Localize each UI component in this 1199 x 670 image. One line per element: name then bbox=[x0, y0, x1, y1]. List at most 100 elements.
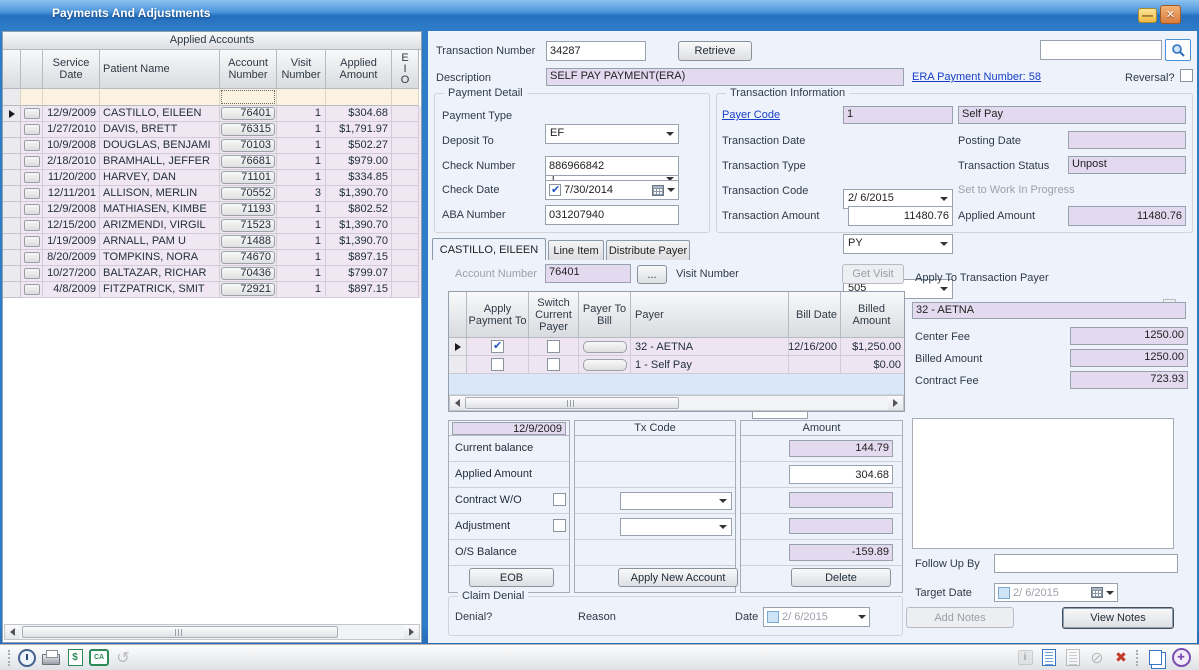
row-button[interactable] bbox=[24, 268, 40, 279]
row-button[interactable] bbox=[24, 252, 40, 263]
account-number-header[interactable]: Account Number bbox=[220, 50, 277, 89]
account-number-button[interactable]: 72921 bbox=[221, 283, 275, 296]
scroll-thumb[interactable] bbox=[465, 397, 679, 409]
scroll-right-arrow[interactable] bbox=[404, 625, 419, 639]
table-row[interactable]: 32 - AETNA12/16/200$1,250.00 bbox=[449, 338, 904, 356]
row-selector[interactable] bbox=[3, 154, 21, 170]
row-selector[interactable] bbox=[449, 356, 467, 374]
row-button[interactable] bbox=[24, 172, 40, 183]
view-notes-button[interactable]: View Notes bbox=[1062, 607, 1174, 629]
row-selector[interactable] bbox=[3, 122, 21, 138]
tab-line-item[interactable]: Line Item bbox=[548, 240, 604, 260]
reversal-checkbox[interactable] bbox=[1180, 69, 1193, 82]
description-field[interactable]: SELF PAY PAYMENT(ERA) bbox=[546, 68, 904, 86]
payer-to-bill-button[interactable] bbox=[583, 341, 627, 353]
delete-icon[interactable] bbox=[1111, 648, 1131, 668]
scroll-right-arrow[interactable] bbox=[888, 396, 903, 410]
account-number-button[interactable]: 76401 bbox=[221, 107, 275, 120]
row-button[interactable] bbox=[24, 284, 40, 295]
scroll-thumb[interactable] bbox=[22, 626, 338, 638]
check-number-input[interactable] bbox=[545, 156, 679, 176]
row-selector[interactable] bbox=[3, 282, 21, 298]
ca-icon[interactable] bbox=[89, 648, 109, 668]
account-number-button[interactable]: 70436 bbox=[221, 267, 275, 280]
scroll-left-arrow[interactable] bbox=[450, 396, 465, 410]
document-icon[interactable] bbox=[1039, 648, 1059, 668]
table-row[interactable]: 1/27/2010DAVIS, BRETT763151$1,791.97 bbox=[3, 122, 421, 138]
payer-to-bill-button[interactable] bbox=[583, 359, 627, 371]
row-button[interactable] bbox=[24, 108, 40, 119]
row-selector[interactable] bbox=[3, 250, 21, 266]
filter-service-date[interactable] bbox=[43, 89, 100, 106]
account-number-button[interactable]: 70103 bbox=[221, 139, 275, 152]
table-row[interactable]: 1/19/2009ARNALL, PAM U714881$1,390.70 bbox=[3, 234, 421, 250]
account-number-button[interactable]: 76315 bbox=[221, 123, 275, 136]
apply-new-account-button[interactable]: Apply New Account bbox=[618, 568, 738, 587]
switch-payer-checkbox[interactable] bbox=[547, 358, 560, 371]
calendar-icon[interactable] bbox=[1091, 587, 1103, 598]
account-browse-button[interactable]: ... bbox=[637, 265, 667, 284]
tab-patient[interactable]: CASTILLO, EILEEN bbox=[432, 238, 546, 260]
applied-amount-input[interactable] bbox=[789, 465, 893, 484]
contract-wo-code-dropdown[interactable] bbox=[620, 492, 732, 510]
copy-icon[interactable] bbox=[1145, 648, 1165, 668]
row-selector[interactable] bbox=[3, 138, 21, 154]
transaction-type-dropdown[interactable]: PY bbox=[843, 234, 953, 254]
era-payment-link[interactable]: ERA Payment Number: 58 bbox=[912, 71, 1041, 83]
target-date-checkbox[interactable] bbox=[998, 587, 1010, 599]
delete-button[interactable]: Delete bbox=[791, 568, 891, 587]
row-selector[interactable] bbox=[3, 106, 21, 122]
account-number-field[interactable]: 76401 bbox=[545, 264, 631, 283]
apply-payment-checkbox[interactable] bbox=[491, 358, 504, 371]
row-button[interactable] bbox=[24, 140, 40, 151]
notes-box[interactable] bbox=[912, 418, 1174, 549]
switch-payer-checkbox[interactable] bbox=[547, 340, 560, 353]
retrieve-button[interactable]: Retrieve bbox=[678, 41, 752, 61]
title-bar[interactable]: Payments And Adjustments — ✕ bbox=[0, 0, 1199, 29]
table-row[interactable]: 12/9/2008MATHIASEN, KIMBE711931$802.52 bbox=[3, 202, 421, 218]
row-selector[interactable] bbox=[3, 186, 21, 202]
payer-code-link[interactable]: Payer Code bbox=[722, 109, 780, 121]
adjustment-code-dropdown[interactable] bbox=[620, 518, 732, 536]
row-button[interactable] bbox=[24, 236, 40, 247]
filter-clipped[interactable] bbox=[392, 89, 419, 106]
check-date-checkbox[interactable] bbox=[549, 184, 561, 196]
medical-icon[interactable] bbox=[1171, 648, 1191, 668]
account-number-button[interactable]: 76681 bbox=[221, 155, 275, 168]
row-button[interactable] bbox=[24, 204, 40, 215]
filter-visit-number[interactable] bbox=[277, 89, 326, 106]
tab-distribute-payer[interactable]: Distribute Payer bbox=[606, 240, 690, 260]
service-date-header[interactable]: Service Date bbox=[43, 50, 100, 89]
check-date-picker[interactable]: 7/30/2014 bbox=[545, 180, 679, 200]
denial-date-picker[interactable]: 2/ 6/2015 bbox=[763, 607, 870, 627]
account-number-button[interactable]: 71523 bbox=[221, 219, 275, 232]
visit-number-header[interactable]: Visit Number bbox=[277, 50, 326, 89]
billed-amount-header[interactable]: Billed Amount bbox=[841, 292, 904, 338]
row-button[interactable] bbox=[24, 220, 40, 231]
apply-payment-checkbox[interactable] bbox=[491, 340, 504, 353]
row-button[interactable] bbox=[24, 156, 40, 167]
target-date-picker[interactable]: 2/ 6/2015 bbox=[994, 583, 1118, 602]
filter-applied-amount[interactable] bbox=[326, 89, 392, 106]
patient-name-header[interactable]: Patient Name bbox=[100, 50, 220, 89]
adjustment-amount-field[interactable] bbox=[789, 518, 893, 534]
applied-amount-header[interactable]: Applied Amount bbox=[326, 50, 392, 89]
payer-to-bill-header[interactable]: Payer To Bill bbox=[579, 292, 631, 338]
row-selector[interactable] bbox=[3, 234, 21, 250]
table-row[interactable]: 10/9/2008DOUGLAS, BENJAMI701031$502.27 bbox=[3, 138, 421, 154]
account-number-button[interactable]: 71193 bbox=[221, 203, 275, 216]
row-button[interactable] bbox=[24, 188, 40, 199]
clipped-header[interactable]: E I O bbox=[392, 50, 419, 89]
filter-patient-name[interactable] bbox=[100, 89, 220, 106]
payer-header[interactable]: Payer bbox=[631, 292, 789, 338]
account-number-button[interactable]: 71488 bbox=[221, 235, 275, 248]
table-row[interactable]: 8/20/2009TOMPKINS, NORA746701$897.15 bbox=[3, 250, 421, 266]
search-button[interactable] bbox=[1165, 39, 1191, 61]
table-row[interactable]: 11/20/200HARVEY, DAN711011$334.85 bbox=[3, 170, 421, 186]
row-selector[interactable] bbox=[3, 218, 21, 234]
transaction-amount-input[interactable] bbox=[848, 206, 953, 226]
close-button[interactable]: ✕ bbox=[1160, 5, 1181, 24]
filter-button-cell[interactable] bbox=[21, 89, 43, 106]
bill-date-header[interactable]: Bill Date bbox=[789, 292, 841, 338]
account-number-button[interactable]: 71101 bbox=[221, 171, 275, 184]
